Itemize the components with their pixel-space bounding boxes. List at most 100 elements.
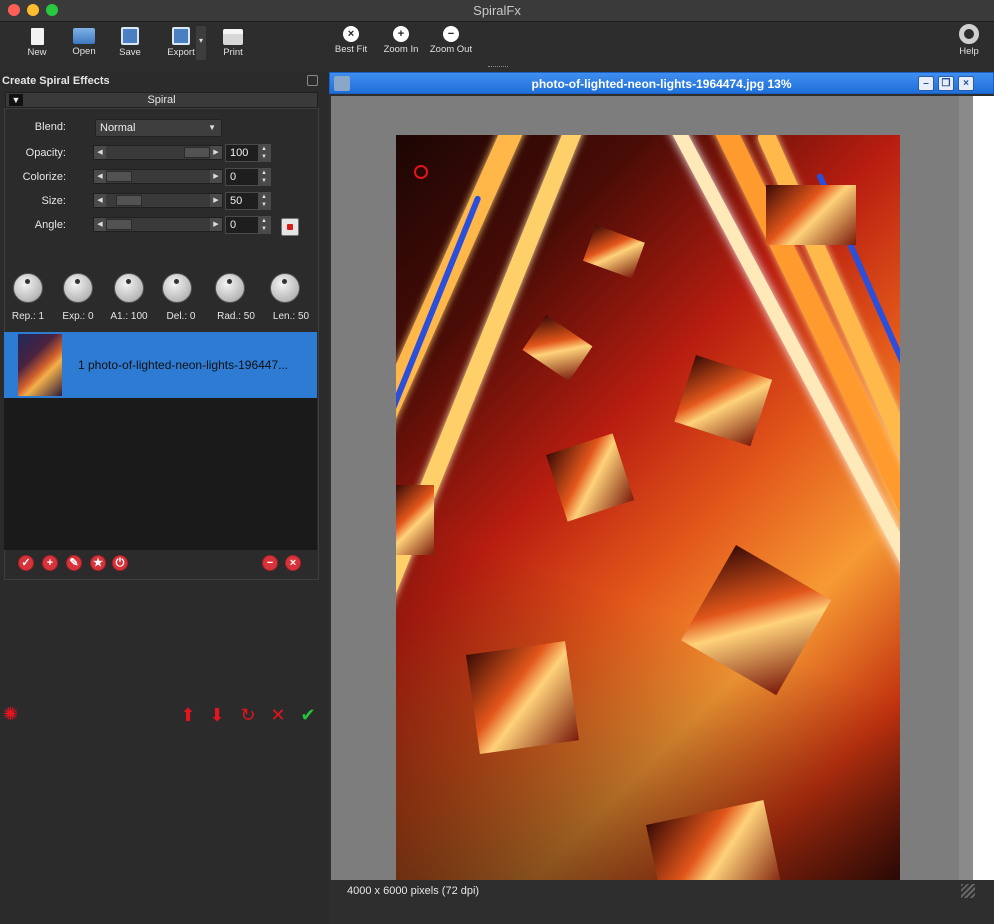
check-layer-button[interactable]: ✓ [18, 555, 34, 571]
document-window: photo-of-lighted-neon-lights-1964474.jpg… [329, 72, 994, 924]
knob-label-rep: Rep.: 1 [11, 311, 45, 322]
floppy-disk-icon [121, 27, 139, 45]
opacity-field[interactable]: 100 ▲ ▼ [225, 144, 271, 162]
zoom-in-button[interactable]: + Zoom In [377, 22, 425, 66]
knob-label-exp: Exp.: 0 [62, 311, 94, 322]
title-bar: SpiralFx [0, 0, 994, 22]
main-toolbar: New Open Save Export ▾ Print × Best Fit … [0, 22, 994, 72]
spiral-center-icon[interactable] [414, 165, 428, 179]
save-button[interactable]: Save [106, 22, 154, 66]
folder-icon [73, 28, 95, 44]
photo-preview [396, 135, 900, 891]
blend-select[interactable]: Normal ▼ [95, 119, 222, 137]
best-fit-button[interactable]: × Best Fit [327, 22, 375, 66]
export-icon [172, 27, 190, 45]
slider-right-arrow-icon[interactable]: ▶ [210, 218, 222, 231]
slider-thumb[interactable] [184, 147, 210, 158]
printer-icon [223, 29, 243, 45]
slider-left-arrow-icon[interactable]: ◀ [94, 146, 106, 159]
spiral-tile [646, 800, 783, 891]
restore-icon[interactable]: ❐ [938, 76, 954, 91]
size-field[interactable]: 50 ▲ ▼ [225, 192, 271, 210]
stepper-arrows-icon[interactable]: ▲ ▼ [258, 217, 270, 233]
spiral-tile [766, 185, 856, 245]
resize-grip-icon[interactable] [961, 884, 975, 898]
panel-float-button[interactable] [307, 75, 318, 86]
new-document-icon [30, 28, 44, 45]
new-button[interactable]: New [13, 22, 61, 66]
slider-thumb[interactable] [106, 219, 132, 230]
layer-list[interactable]: 1 photo-of-lighted-neon-lights-196447... [4, 332, 317, 550]
edit-layer-button[interactable]: ✎ [66, 555, 82, 571]
repeat-knob[interactable] [13, 273, 43, 303]
opacity-label: Opacity: [25, 147, 66, 159]
spiral-tile [546, 433, 635, 522]
angle-slider[interactable]: ◀ ▶ [93, 217, 223, 232]
upload-icon[interactable]: ⬆ [176, 704, 200, 726]
apply-icon[interactable]: ✔ [296, 704, 320, 726]
reset-layer-button[interactable]: ⏻ [112, 555, 128, 571]
panel-title: Create Spiral Effects [2, 75, 110, 87]
chevron-down-icon: ▼ [208, 123, 216, 132]
export-dropdown-button[interactable]: ▾ [196, 26, 206, 60]
exponent-knob[interactable] [63, 273, 93, 303]
spiral-tile [583, 225, 645, 279]
slider-left-arrow-icon[interactable]: ◀ [94, 218, 106, 231]
opacity-slider[interactable]: ◀ ▶ [93, 145, 223, 160]
size-slider[interactable]: ◀ ▶ [93, 193, 223, 208]
canvas[interactable] [331, 96, 959, 891]
a1-knob[interactable] [114, 273, 144, 303]
colorize-slider[interactable]: ◀ ▶ [93, 169, 223, 184]
adjacent-window-edge [973, 96, 994, 880]
stepper-arrows-icon[interactable]: ▲ ▼ [258, 193, 270, 209]
delay-knob[interactable] [162, 273, 192, 303]
window-bottom [329, 900, 994, 924]
slider-left-arrow-icon[interactable]: ◀ [94, 170, 106, 183]
slider-thumb[interactable] [116, 195, 142, 206]
open-button[interactable]: Open [60, 22, 108, 66]
slider-right-arrow-icon[interactable]: ▶ [210, 146, 222, 159]
radius-knob[interactable] [215, 273, 245, 303]
close-icon[interactable]: × [958, 76, 974, 91]
layer-thumbnail [18, 334, 62, 396]
neon-tube [396, 135, 603, 731]
spiral-tile [396, 485, 434, 555]
stepper-arrows-icon[interactable]: ▲ ▼ [258, 169, 270, 185]
delete-layer-button[interactable]: × [285, 555, 301, 571]
knob-label-rad: Rad.: 50 [217, 311, 255, 322]
vertical-scrollbar[interactable] [959, 96, 973, 880]
toolbar-grip[interactable] [488, 66, 508, 70]
cancel-icon[interactable]: ✕ [266, 704, 290, 726]
refresh-icon[interactable]: ↻ [236, 704, 260, 726]
size-label: Size: [41, 195, 66, 207]
spiral-tile [681, 545, 832, 696]
favorite-layer-button[interactable]: ★ [90, 555, 106, 571]
knob-label-del: Del.: 0 [166, 311, 196, 322]
angle-field[interactable]: 0 ▲ ▼ [225, 216, 271, 234]
zoom-out-button[interactable]: − Zoom Out [427, 22, 475, 66]
help-button[interactable]: Help [945, 22, 993, 66]
download-icon[interactable]: ⬇ [205, 704, 229, 726]
colorize-field[interactable]: 0 ▲ ▼ [225, 168, 271, 186]
list-item[interactable]: 1 photo-of-lighted-neon-lights-196447... [4, 332, 317, 398]
zoom-out-icon: − [443, 26, 459, 42]
spiral-tile [674, 355, 773, 447]
slider-right-arrow-icon[interactable]: ▶ [210, 170, 222, 183]
slider-right-arrow-icon[interactable]: ▶ [210, 194, 222, 207]
stepper-arrows-icon[interactable]: ▲ ▼ [258, 145, 270, 161]
zoom-in-icon: + [393, 26, 409, 42]
add-layer-button[interactable]: + [42, 555, 58, 571]
colorize-label: Colorize: [22, 171, 66, 183]
slider-thumb[interactable] [106, 171, 132, 182]
length-knob[interactable] [270, 273, 300, 303]
spiral-tile [522, 315, 593, 382]
minimize-icon[interactable]: – [918, 76, 934, 91]
spiral-tile [466, 641, 579, 755]
document-title-bar[interactable]: photo-of-lighted-neon-lights-1964474.jpg… [329, 72, 994, 94]
spiral-section-header[interactable]: ▼ Spiral [5, 92, 318, 108]
angle-picker-button[interactable] [281, 218, 299, 236]
image-size-status: 4000 x 6000 pixels (72 dpi) [347, 885, 480, 897]
print-button[interactable]: Print [209, 22, 257, 66]
remove-layer-button[interactable]: − [262, 555, 278, 571]
slider-left-arrow-icon[interactable]: ◀ [94, 194, 106, 207]
